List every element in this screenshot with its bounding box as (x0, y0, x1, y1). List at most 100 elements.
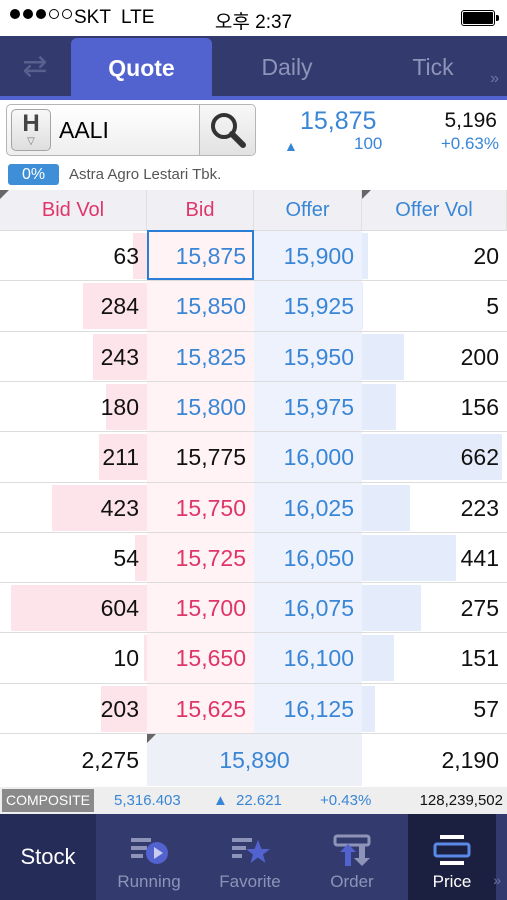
offer-price-cell[interactable]: 15,950 (254, 331, 362, 382)
header-offer-vol: Offer Vol (362, 190, 507, 230)
bid-volume-cell[interactable]: 284 (0, 281, 147, 331)
order-book-row[interactable]: 180 15,800 15,975 156 (0, 380, 507, 432)
offer-volume-cell[interactable]: 5 (362, 281, 507, 331)
offer-volume-cell[interactable]: 223 (362, 483, 507, 533)
nav-stock[interactable]: Stock (0, 814, 96, 900)
last-quantity: 100 (354, 134, 383, 153)
offer-volume-cell[interactable]: 275 (362, 583, 507, 633)
chevron-down-icon: ▽ (27, 136, 35, 147)
price-icon (433, 835, 471, 865)
offer-volume-cell[interactable]: 200 (362, 332, 507, 382)
corner-marker-icon (0, 190, 9, 199)
composite-index: 5,316.403 (114, 792, 181, 809)
offer-price-cell[interactable]: 16,000 (254, 432, 362, 483)
tab-bar: ⇄ Quote Daily Tick » (0, 36, 507, 98)
offer-price-cell[interactable]: 16,050 (254, 532, 362, 583)
order-book-row[interactable]: 243 15,825 15,950 200 (0, 330, 507, 382)
tab-daily[interactable]: Daily (222, 36, 352, 98)
search-button[interactable] (199, 105, 255, 155)
bid-volume-cell[interactable]: 604 (0, 583, 147, 633)
bid-volume-cell[interactable]: 423 (0, 483, 147, 533)
nav-favorite[interactable]: Favorite (208, 814, 292, 900)
bid-volume-cell[interactable]: 10 (0, 633, 147, 683)
more-tabs-icon[interactable]: » (490, 70, 499, 88)
bid-volume-cell[interactable]: 211 (0, 432, 147, 482)
history-icon: H (22, 110, 40, 137)
history-button[interactable]: H ▽ (11, 109, 51, 151)
bid-price-cell[interactable]: 15,700 (147, 583, 254, 634)
bid-volume-cell[interactable]: 243 (0, 332, 147, 382)
tab-tick[interactable]: Tick (370, 36, 496, 98)
order-book-row[interactable]: 604 15,700 16,075 275 (0, 582, 507, 634)
offer-price-cell[interactable]: 15,900 (254, 231, 362, 281)
totals-row: 2,275 15,890 2,190 (0, 733, 507, 786)
corner-marker-icon (362, 190, 371, 199)
offer-price-cell[interactable]: 15,925 (254, 281, 362, 332)
bid-price-cell[interactable]: 15,650 (147, 633, 254, 684)
more-nav-icon[interactable]: » (493, 872, 501, 888)
tab-quote[interactable]: Quote (71, 38, 212, 98)
back-icon[interactable]: ⇄ (14, 50, 56, 84)
offer-volume-bar (362, 534, 456, 581)
status-bar: SKT LTE 오후 2:37 (0, 0, 507, 36)
last-price: 15,875 (300, 107, 377, 135)
search-icon (211, 113, 246, 148)
offer-price-cell[interactable]: 16,100 (254, 633, 362, 684)
order-book-row[interactable]: 211 15,775 16,000 662 (0, 431, 507, 483)
composite-label: COMPOSITE (2, 789, 95, 812)
order-book-row[interactable]: 423 15,750 16,025 223 (0, 481, 507, 533)
order-book-row[interactable]: 203 15,625 16,125 57 (0, 682, 507, 734)
offer-price-cell[interactable]: 16,125 (254, 683, 362, 734)
offer-volume-cell[interactable]: 151 (362, 633, 507, 683)
mid-price[interactable]: 15,890 (147, 734, 362, 786)
offer-price-cell[interactable]: 16,075 (254, 583, 362, 634)
offer-volume-cell[interactable]: 156 (362, 382, 507, 432)
clock: 오후 2:37 (214, 12, 293, 33)
offer-price-cell[interactable]: 16,025 (254, 482, 362, 533)
tab-underline (0, 96, 507, 100)
offer-volume-cell[interactable]: 57 (362, 684, 507, 734)
offer-volume-bar (362, 333, 404, 380)
header-bid: Bid (147, 190, 254, 230)
stock-full-name: Astra Agro Lestari Tbk. (69, 166, 222, 183)
header-offer: Offer (254, 190, 362, 230)
offer-volume-cell[interactable]: 441 (362, 533, 507, 583)
bid-price-cell[interactable]: 15,725 (147, 532, 254, 583)
bid-price-cell[interactable]: 15,775 (147, 432, 254, 483)
offer-price-cell[interactable]: 15,975 (254, 381, 362, 432)
offer-volume-cell[interactable]: 662 (362, 432, 507, 482)
stock-selector[interactable]: H ▽ AALI (6, 104, 256, 156)
stock-name-bar: 0% Astra Agro Lestari Tbk. (0, 160, 507, 188)
nav-order[interactable]: Order (312, 814, 392, 900)
bid-price-cell[interactable]: 15,800 (147, 381, 254, 432)
order-book-row[interactable]: 10 15,650 16,100 151 (0, 632, 507, 684)
offer-volume-cell[interactable]: 20 (362, 231, 507, 281)
order-book-row[interactable]: 63 15,875 15,900 20 (0, 230, 507, 281)
bid-price-cell[interactable]: 15,875 (147, 231, 254, 281)
bid-price-cell[interactable]: 15,825 (147, 331, 254, 382)
composite-volume: 128,239,502 (419, 792, 503, 809)
order-book-row[interactable]: 54 15,725 16,050 441 (0, 531, 507, 583)
order-book-row[interactable]: 284 15,850 15,925 5 (0, 280, 507, 332)
battery-icon (461, 10, 499, 26)
nav-price[interactable]: Price (408, 814, 496, 900)
bid-price-cell[interactable]: 15,625 (147, 683, 254, 734)
star-icon (232, 838, 270, 863)
offer-volume-bar (362, 484, 410, 531)
bid-volume-cell[interactable]: 203 (0, 684, 147, 734)
bid-price-cell[interactable]: 15,750 (147, 482, 254, 533)
volume: 5,196 (444, 109, 497, 132)
offer-volume-bar (362, 585, 421, 632)
nav-running[interactable]: Running (108, 814, 190, 900)
percent-badge: 0% (8, 164, 59, 185)
stock-code[interactable]: AALI (59, 117, 109, 144)
composite-ticker[interactable]: COMPOSITE 5,316.403 ▲ 22.621 +0.43% 128,… (0, 787, 507, 814)
bid-volume-cell[interactable]: 180 (0, 382, 147, 432)
composite-change-pct: +0.43% (320, 792, 372, 809)
bid-price-cell[interactable]: 15,850 (147, 281, 254, 332)
bid-volume-cell[interactable]: 63 (0, 231, 147, 281)
bid-volume-cell[interactable]: 54 (0, 533, 147, 583)
total-bid-volume: 2,275 (81, 747, 139, 773)
total-offer-volume: 2,190 (441, 747, 499, 773)
offer-volume-bar (362, 635, 394, 682)
